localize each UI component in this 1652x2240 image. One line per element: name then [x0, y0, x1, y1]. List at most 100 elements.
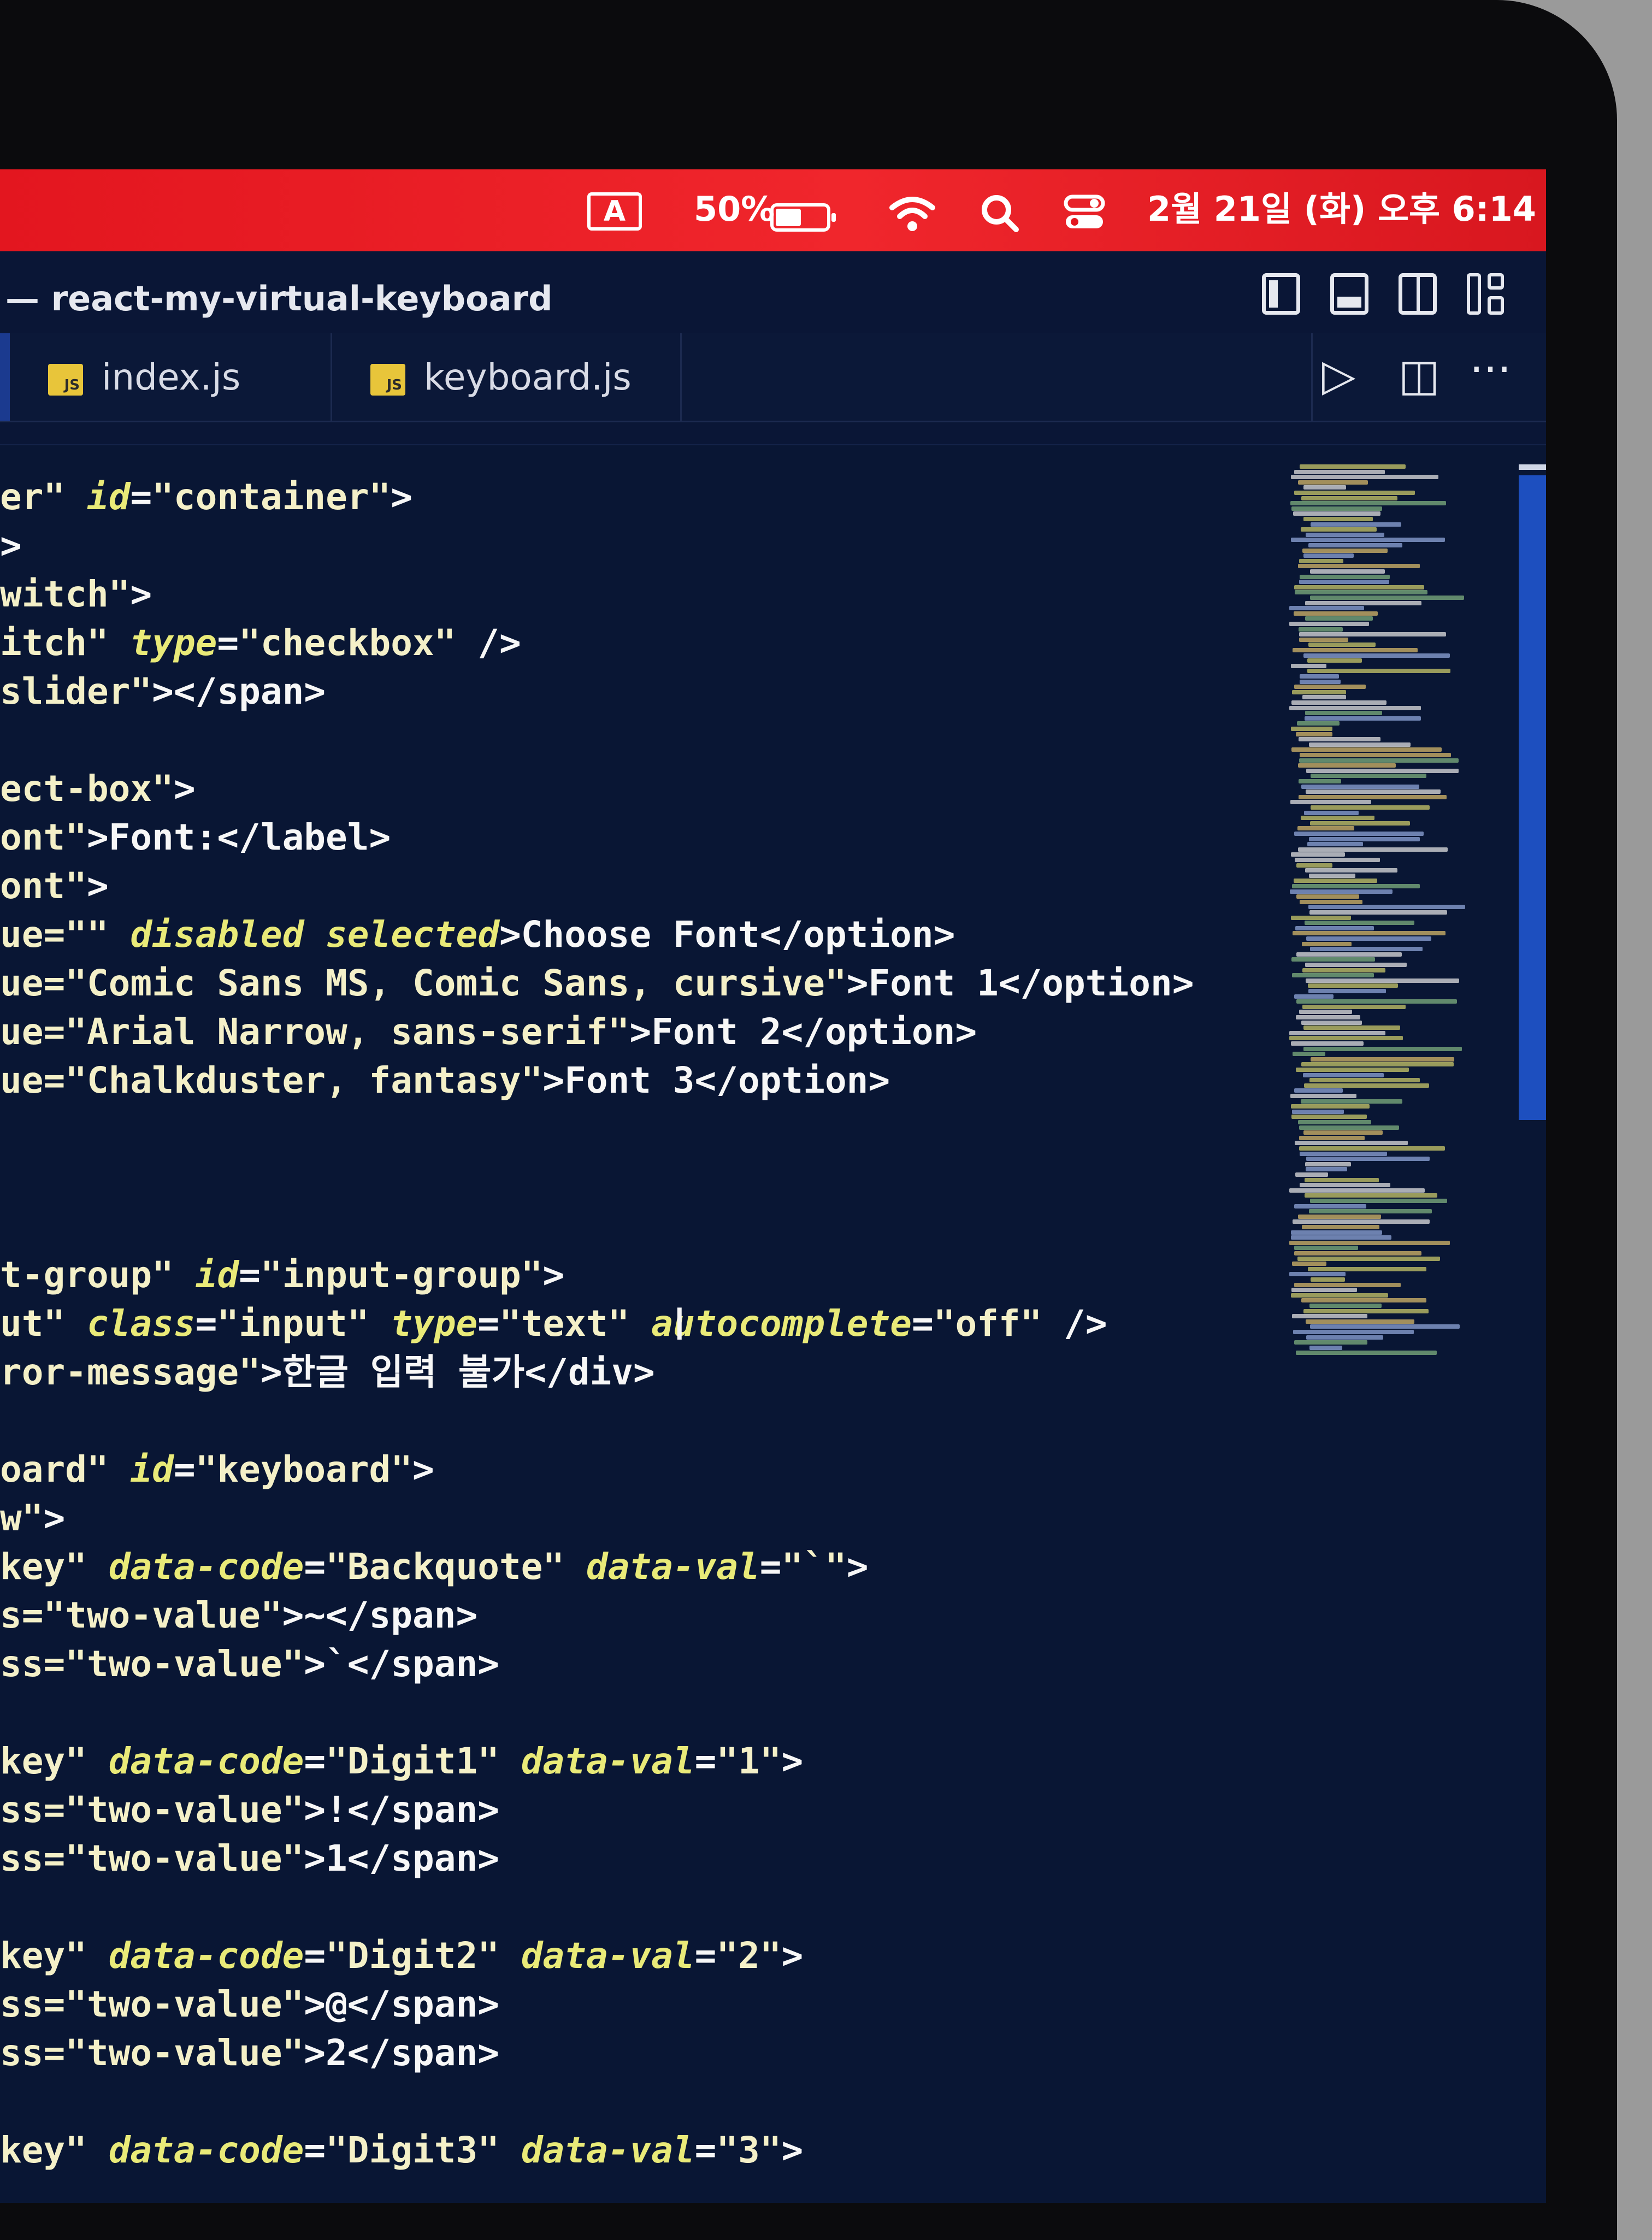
- code-token: =: [217, 622, 239, 664]
- minimap-line: [1295, 590, 1427, 595]
- run-icon[interactable]: ▷: [1322, 350, 1356, 400]
- minimap-line: [1303, 517, 1373, 521]
- code-line: ue="Comic Sans MS, Comic Sans, cursive">…: [0, 962, 1194, 1005]
- code-token: =: [130, 476, 152, 518]
- minimap-line: [1310, 947, 1423, 952]
- code-token: =: [759, 1546, 782, 1588]
- tab-index-js[interactable]: JS index.js: [10, 333, 332, 421]
- toggle-primary-sidebar-icon[interactable]: [1262, 273, 1300, 315]
- code-token: >1</span>: [304, 1837, 499, 1879]
- code-token: >한글 입력 불가</div>: [260, 1351, 655, 1393]
- minimap-line: [1308, 905, 1465, 910]
- wifi-icon[interactable]: [888, 191, 937, 244]
- tab-keyboard-js[interactable]: JS keyboard.js: [332, 333, 682, 421]
- menubar-clock[interactable]: 2월 21일 (화) 오후 6:14: [1147, 190, 1536, 228]
- code-token: data-val: [499, 1740, 695, 1782]
- minimap-line: [1309, 836, 1420, 841]
- code-token: ue="Arial Narrow, sans-serif": [0, 1011, 630, 1053]
- js-file-icon: JS: [48, 364, 83, 396]
- minimap-line: [1299, 637, 1348, 642]
- code-token: >: [412, 1448, 434, 1490]
- toggle-secondary-sidebar-icon[interactable]: [1399, 273, 1437, 315]
- code-token: >: [846, 1546, 869, 1588]
- control-center-icon[interactable]: [1063, 191, 1106, 244]
- code-line: >: [0, 524, 22, 568]
- minimap-line: [1307, 669, 1450, 674]
- code-token: =: [304, 1546, 326, 1588]
- code-token: s="two-value": [0, 1594, 282, 1636]
- code-line: ror-message">한글 입력 불가</div>: [0, 1351, 655, 1394]
- code-token: ss="two-value": [0, 1983, 304, 2025]
- battery-icon[interactable]: [770, 203, 836, 232]
- minimap-line: [1290, 889, 1393, 894]
- code-token: "input-group": [260, 1254, 543, 1296]
- code-token: />: [1042, 1302, 1107, 1345]
- minimap-line: [1294, 1282, 1401, 1287]
- minimap-line: [1311, 805, 1430, 810]
- minimap-line: [1294, 1246, 1358, 1251]
- minimap-line: [1311, 522, 1401, 527]
- toggle-panel-icon[interactable]: [1330, 273, 1368, 315]
- code-token: "Digit2": [326, 1935, 499, 1977]
- code-line: key" data-code="Digit1" data-val="1">: [0, 1740, 803, 1783]
- minimap-line: [1296, 863, 1332, 868]
- minimap-line: [1298, 564, 1420, 569]
- code-token: data-code: [86, 2129, 304, 2171]
- code-line: ue="" disabled selected>Choose Font</opt…: [0, 913, 955, 957]
- minimap-line: [1291, 957, 1375, 962]
- minimap-line: [1291, 1230, 1382, 1235]
- minimap-line: [1305, 868, 1397, 873]
- minimap-line: [1292, 884, 1420, 888]
- code-token: key": [0, 1546, 87, 1588]
- code-token: ue="Comic Sans MS, Comic Sans, cursive": [0, 962, 847, 1004]
- minimap[interactable]: [1273, 464, 1502, 1393]
- minimap-line: [1289, 1240, 1450, 1245]
- minimap-line: [1291, 1115, 1367, 1119]
- minimap-line: [1296, 1351, 1437, 1355]
- minimap-line: [1305, 716, 1421, 721]
- minimap-line: [1306, 978, 1459, 983]
- code-token: "container": [152, 476, 391, 518]
- minimap-line: [1300, 574, 1390, 579]
- window-titlebar: — react-my-virtual-keyboard: [0, 251, 1546, 334]
- minimap-line: [1303, 485, 1346, 490]
- code-token: data-val: [499, 1935, 695, 1977]
- code-line: oard" id="keyboard">: [0, 1448, 434, 1492]
- code-token: ss="two-value": [0, 2032, 304, 2074]
- code-token: >Choose Font</option>: [499, 913, 955, 956]
- vertical-scrollbar-thumb[interactable]: [1519, 475, 1546, 1120]
- minimap-line: [1299, 632, 1446, 637]
- minimap-line: [1298, 1120, 1371, 1124]
- minimap-line: [1299, 758, 1459, 763]
- input-source-indicator[interactable]: A: [587, 192, 642, 231]
- minimap-line: [1299, 580, 1389, 585]
- code-token: =: [195, 1302, 217, 1345]
- minimap-line: [1310, 569, 1385, 574]
- minimap-line: [1297, 721, 1340, 726]
- code-token: oard": [0, 1448, 109, 1490]
- minimap-line: [1300, 679, 1341, 684]
- minimap-line: [1305, 963, 1407, 967]
- more-actions-icon[interactable]: ···: [1470, 344, 1511, 395]
- minimap-line: [1304, 1083, 1429, 1088]
- code-token: >2</span>: [304, 2032, 499, 2074]
- code-token: "text": [499, 1302, 630, 1345]
- code-token: >: [0, 524, 22, 567]
- minimap-line: [1299, 1135, 1365, 1140]
- minimap-line: [1291, 1041, 1364, 1046]
- minimap-line: [1291, 700, 1386, 705]
- minimap-line: [1309, 742, 1411, 747]
- minimap-line: [1303, 1046, 1462, 1051]
- customize-layout-icon[interactable]: [1467, 273, 1505, 315]
- minimap-line: [1295, 1141, 1408, 1146]
- split-editor-icon[interactable]: ◫: [1399, 350, 1440, 400]
- code-token: er": [0, 476, 66, 518]
- minimap-line: [1308, 983, 1398, 988]
- text-cursor-icon: I: [673, 1299, 686, 1350]
- spotlight-search-icon[interactable]: [978, 191, 1022, 244]
- minimap-line: [1294, 1204, 1366, 1209]
- code-token: id: [108, 1448, 174, 1490]
- minimap-line: [1301, 1062, 1454, 1067]
- code-token: ss="two-value": [0, 1837, 304, 1879]
- code-token: key": [0, 2129, 87, 2171]
